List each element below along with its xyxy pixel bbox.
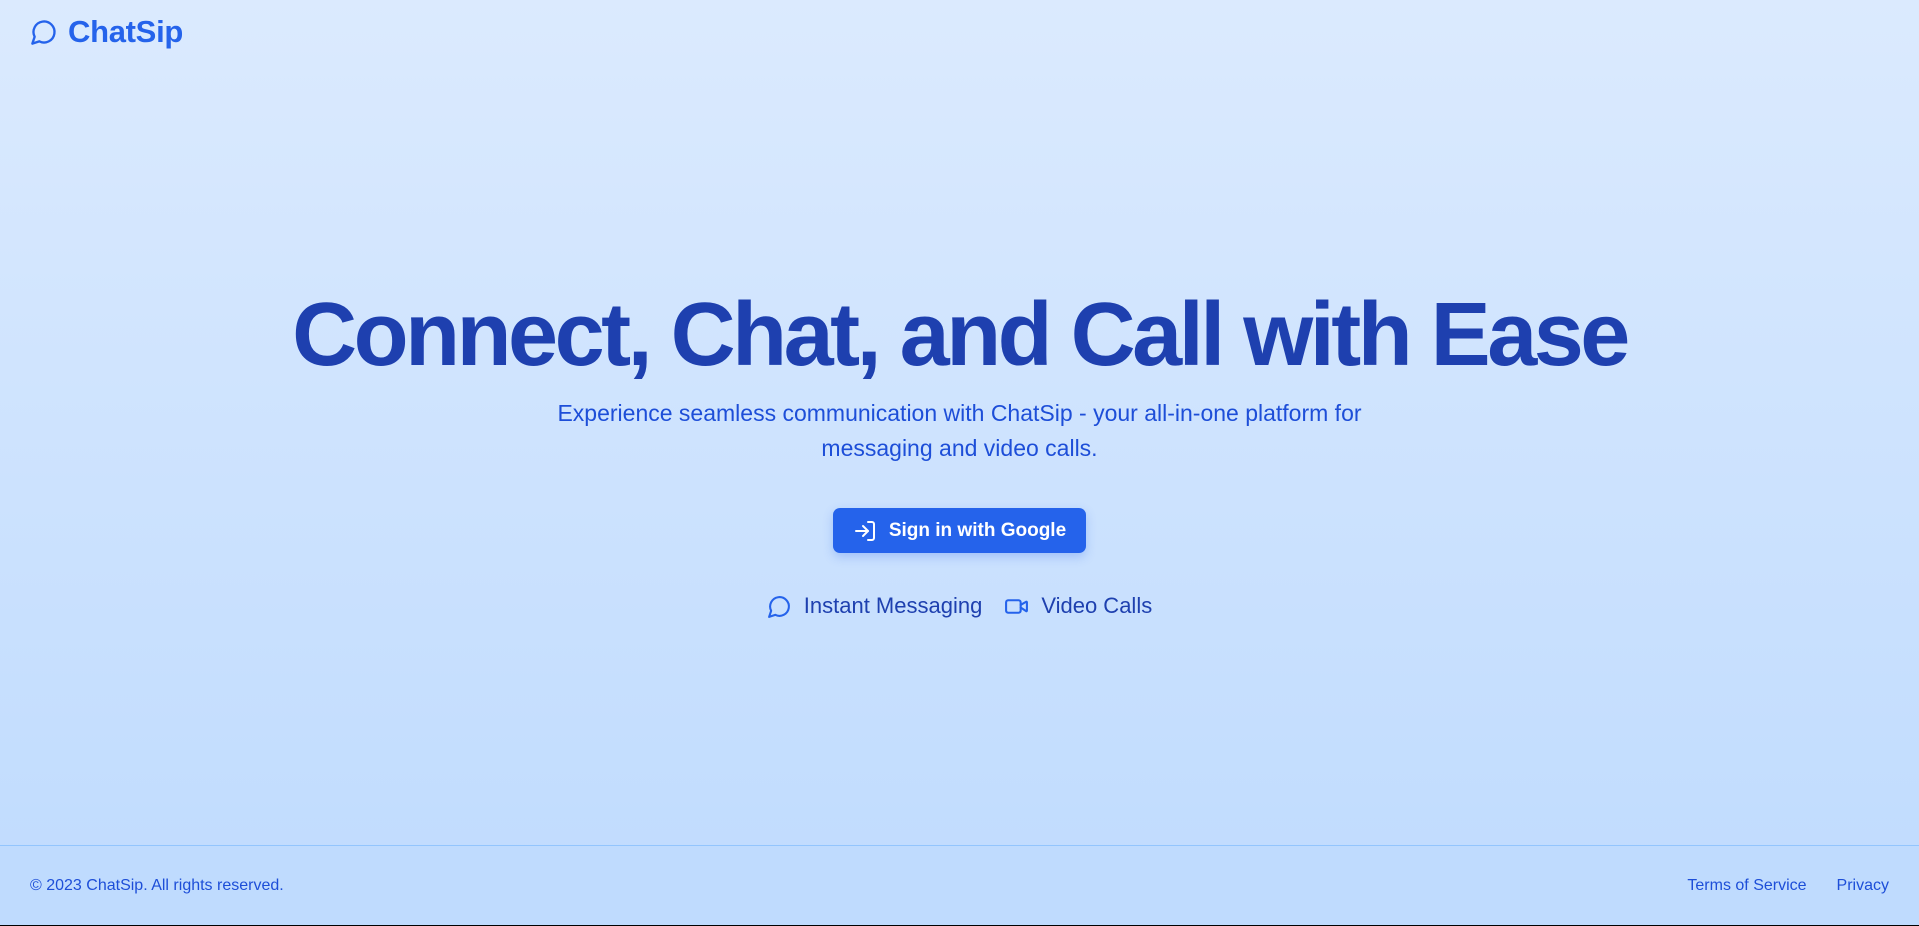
- landing-page: ChatSip Connect, Chat, and Call with Eas…: [0, 0, 1919, 925]
- log-in-icon: [853, 519, 877, 543]
- hero-title: Connect, Chat, and Call with Ease: [292, 285, 1630, 385]
- feature-list: Instant Messaging Video Calls: [767, 593, 1152, 619]
- site-footer: © 2023 ChatSip. All rights reserved. Ter…: [0, 845, 1919, 925]
- footer-links: Terms of Service Privacy: [1687, 877, 1889, 895]
- sign-in-google-button[interactable]: Sign in with Google: [832, 508, 1087, 553]
- feature-label: Video Calls: [1041, 593, 1153, 618]
- privacy-link[interactable]: Privacy: [1837, 877, 1889, 895]
- sign-in-google-label: Sign in with Google: [888, 519, 1067, 541]
- video-camera-icon: [1004, 594, 1029, 619]
- site-header: ChatSip: [30, 14, 183, 50]
- terms-of-service-link[interactable]: Terms of Service: [1687, 877, 1806, 895]
- feature-label: Instant Messaging: [803, 593, 983, 618]
- message-circle-icon: [30, 18, 58, 46]
- hero-section: Connect, Chat, and Call with Ease Experi…: [0, 285, 1919, 619]
- brand-name[interactable]: ChatSip: [68, 14, 183, 50]
- feature-video-calls: Video Calls: [1004, 593, 1152, 619]
- message-circle-icon: [767, 594, 792, 619]
- hero-subtitle: Experience seamless communication with C…: [557, 400, 1362, 461]
- copyright-text: © 2023 ChatSip. All rights reserved.: [30, 877, 284, 894]
- feature-instant-messaging: Instant Messaging: [767, 593, 983, 619]
